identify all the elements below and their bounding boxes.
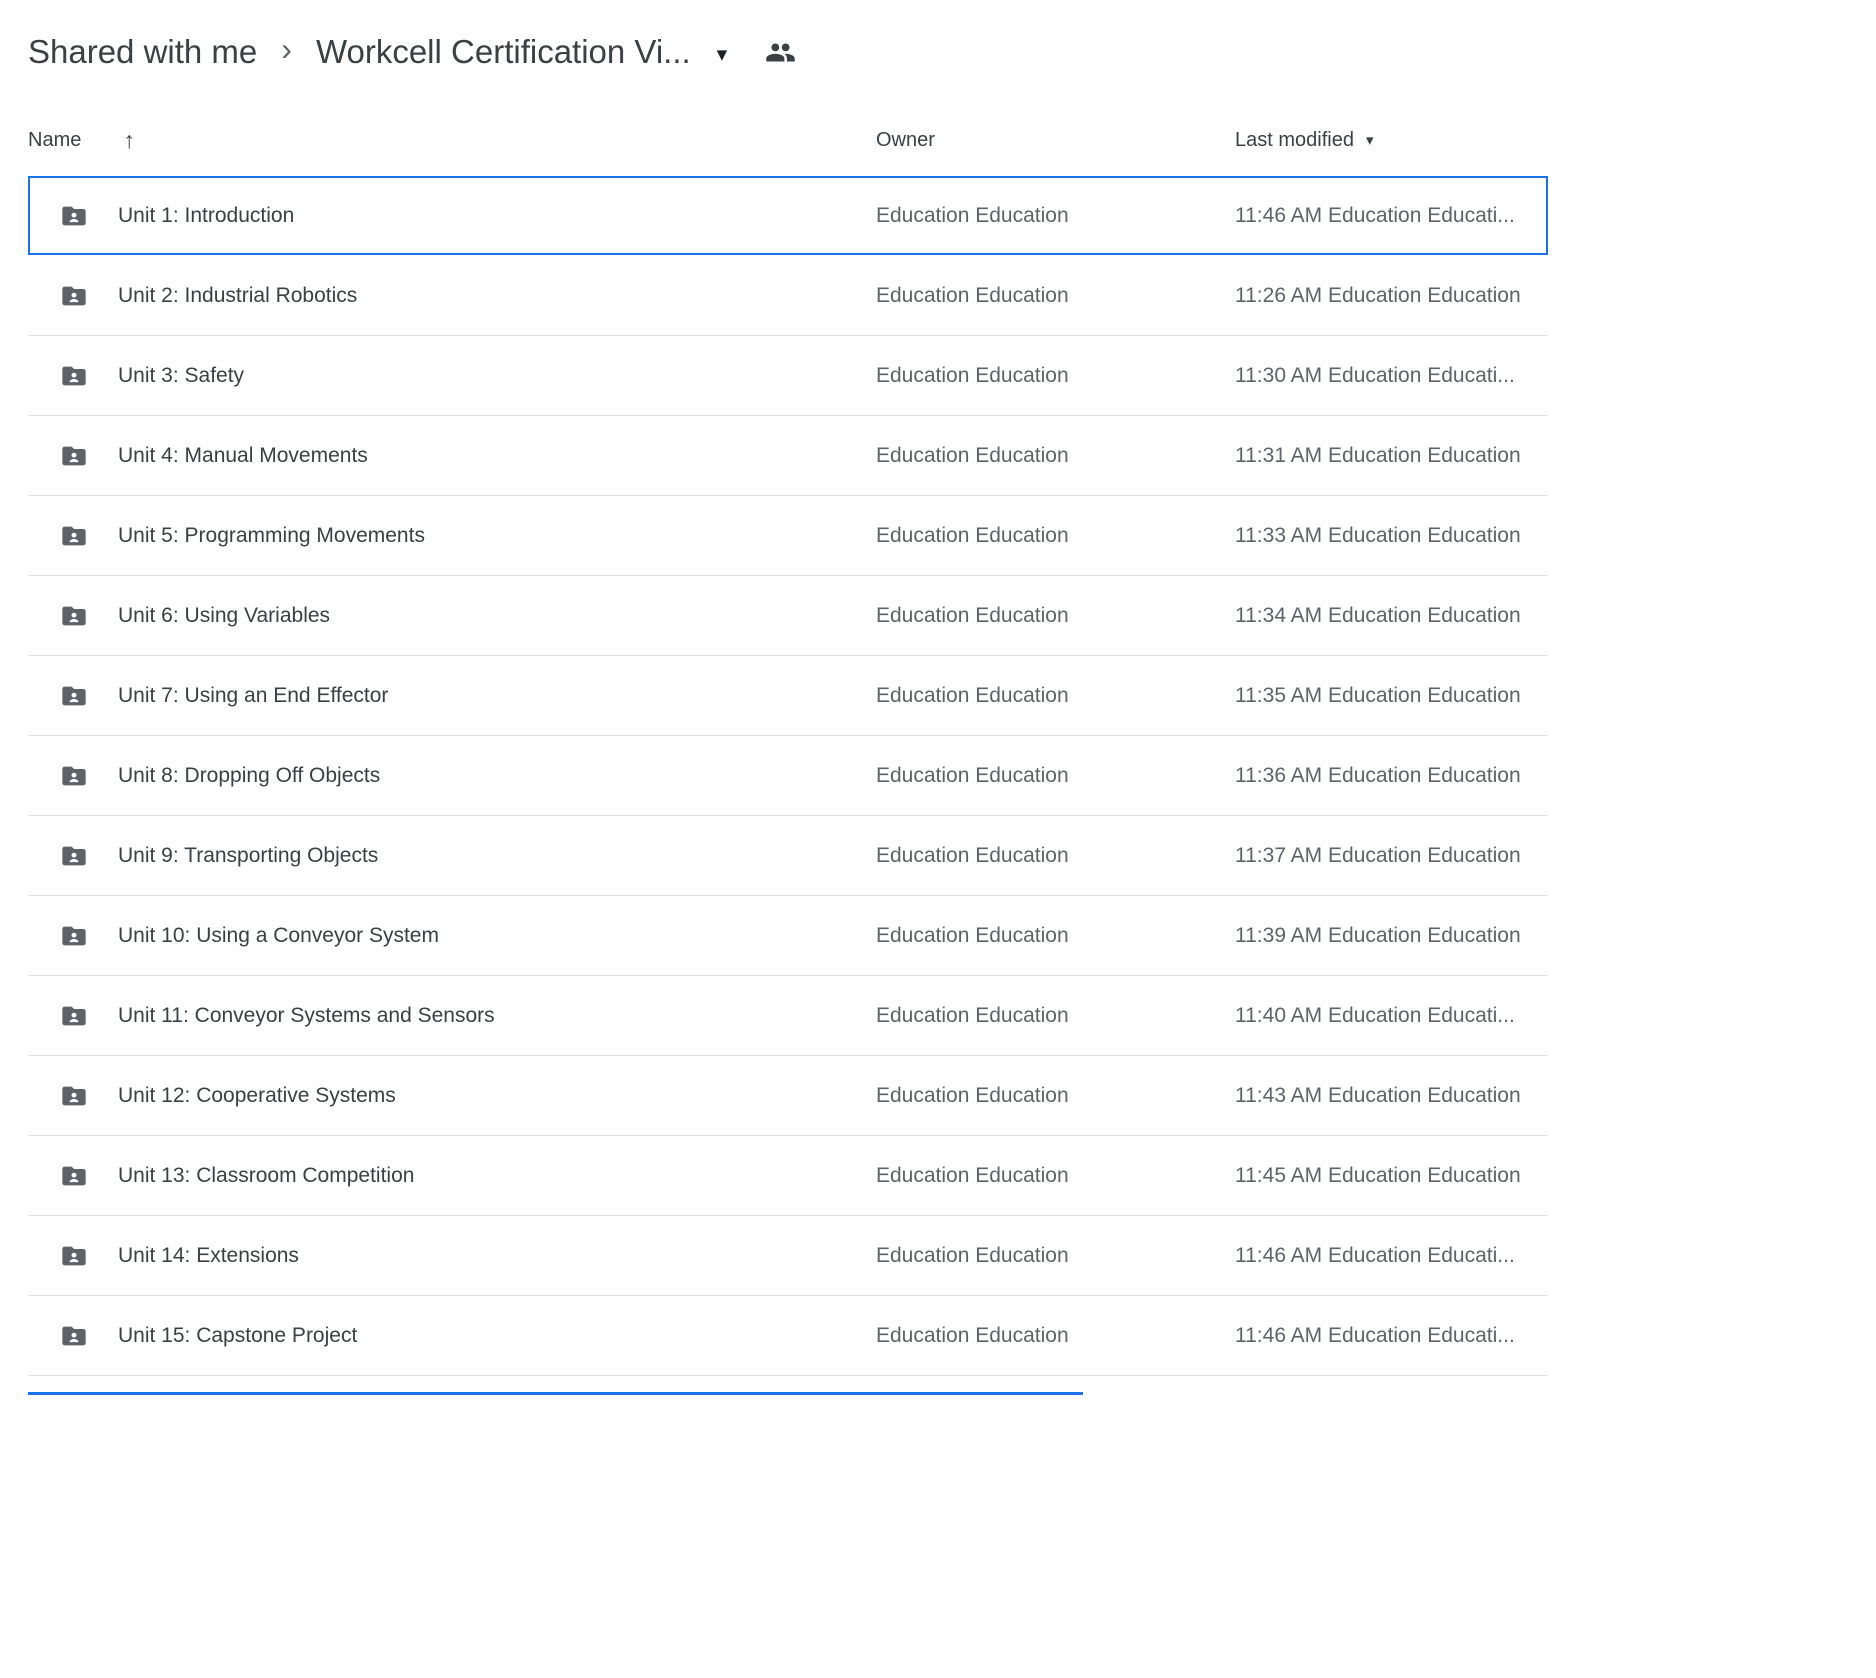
- shared-folder-icon: [60, 522, 88, 550]
- shared-folder-icon: [60, 762, 88, 790]
- file-modified: 11:40 AM Education Educati...: [1235, 1004, 1548, 1028]
- file-modified: 11:37 AM Education Education: [1235, 844, 1548, 868]
- file-row[interactable]: Unit 4: Manual Movements Education Educa…: [28, 416, 1548, 496]
- sort-ascending-icon[interactable]: ↑: [123, 127, 135, 154]
- file-name: Unit 8: Dropping Off Objects: [118, 764, 380, 788]
- file-row[interactable]: Unit 5: Programming Movements Education …: [28, 496, 1548, 576]
- file-owner: Education Education: [876, 284, 1235, 308]
- file-owner: Education Education: [876, 444, 1235, 468]
- list-bottom-focus-line: [28, 1392, 1083, 1395]
- column-headers: Name ↑ Owner Last modified ▾: [28, 104, 1548, 176]
- breadcrumb-separator-icon: ›: [281, 31, 292, 68]
- shared-folder-icon: [60, 922, 88, 950]
- drive-file-browser: Shared with me › Workcell Certification …: [0, 0, 1876, 1395]
- file-modified: 11:26 AM Education Education: [1235, 284, 1548, 308]
- shared-folder-icon: [60, 602, 88, 630]
- shared-folder-icon: [60, 682, 88, 710]
- file-name: Unit 12: Cooperative Systems: [118, 1084, 396, 1108]
- file-owner: Education Education: [876, 1244, 1235, 1268]
- shared-folder-icon: [60, 1242, 88, 1270]
- file-row[interactable]: Unit 15: Capstone Project Education Educ…: [28, 1296, 1548, 1376]
- file-owner: Education Education: [876, 684, 1235, 708]
- file-owner: Education Education: [876, 844, 1235, 868]
- file-name: Unit 1: Introduction: [118, 204, 294, 228]
- file-name: Unit 4: Manual Movements: [118, 444, 368, 468]
- column-header-name-label: Name: [28, 129, 81, 152]
- file-owner: Education Education: [876, 604, 1235, 628]
- file-name: Unit 2: Industrial Robotics: [118, 284, 357, 308]
- column-header-modified-label: Last modified: [1235, 129, 1354, 152]
- shared-folder-icon: [60, 202, 88, 230]
- file-modified: 11:31 AM Education Education: [1235, 444, 1548, 468]
- file-owner: Education Education: [876, 1004, 1235, 1028]
- file-row[interactable]: Unit 3: Safety Education Education 11:30…: [28, 336, 1548, 416]
- file-row[interactable]: Unit 11: Conveyor Systems and Sensors Ed…: [28, 976, 1548, 1056]
- column-header-owner-label: Owner: [876, 129, 935, 152]
- column-header-modified[interactable]: Last modified ▾: [1235, 129, 1548, 152]
- shared-folder-icon: [60, 842, 88, 870]
- file-owner: Education Education: [876, 524, 1235, 548]
- file-name: Unit 15: Capstone Project: [118, 1324, 357, 1348]
- file-owner: Education Education: [876, 1084, 1235, 1108]
- file-modified: 11:46 AM Education Educati...: [1235, 204, 1548, 228]
- shared-folder-icon: [60, 362, 88, 390]
- file-name: Unit 11: Conveyor Systems and Sensors: [118, 1004, 495, 1028]
- file-list: Unit 1: Introduction Education Education…: [28, 176, 1876, 1376]
- file-modified: 11:36 AM Education Education: [1235, 764, 1548, 788]
- file-modified: 11:43 AM Education Education: [1235, 1084, 1548, 1108]
- file-owner: Education Education: [876, 204, 1235, 228]
- file-row[interactable]: Unit 6: Using Variables Education Educat…: [28, 576, 1548, 656]
- file-row[interactable]: Unit 12: Cooperative Systems Education E…: [28, 1056, 1548, 1136]
- file-modified: 11:34 AM Education Education: [1235, 604, 1548, 628]
- file-name: Unit 5: Programming Movements: [118, 524, 425, 548]
- shared-folder-icon: [60, 1002, 88, 1030]
- shared-people-icon: [765, 37, 796, 68]
- file-owner: Education Education: [876, 1164, 1235, 1188]
- shared-folder-icon: [60, 1082, 88, 1110]
- file-row[interactable]: Unit 13: Classroom Competition Education…: [28, 1136, 1548, 1216]
- file-row[interactable]: Unit 9: Transporting Objects Education E…: [28, 816, 1548, 896]
- file-name: Unit 10: Using a Conveyor System: [118, 924, 439, 948]
- file-row[interactable]: Unit 1: Introduction Education Education…: [28, 176, 1548, 256]
- file-name: Unit 13: Classroom Competition: [118, 1164, 414, 1188]
- file-row[interactable]: Unit 10: Using a Conveyor System Educati…: [28, 896, 1548, 976]
- file-modified: 11:35 AM Education Education: [1235, 684, 1548, 708]
- file-modified: 11:45 AM Education Education: [1235, 1164, 1548, 1188]
- file-modified: 11:46 AM Education Educati...: [1235, 1324, 1548, 1348]
- file-owner: Education Education: [876, 1324, 1235, 1348]
- sort-caret-down-icon[interactable]: ▾: [1366, 131, 1374, 149]
- file-name: Unit 3: Safety: [118, 364, 244, 388]
- shared-folder-icon: [60, 442, 88, 470]
- file-modified: 11:39 AM Education Education: [1235, 924, 1548, 948]
- file-modified: 11:46 AM Education Educati...: [1235, 1244, 1548, 1268]
- breadcrumb: Shared with me › Workcell Certification …: [28, 0, 1876, 104]
- file-owner: Education Education: [876, 924, 1235, 948]
- file-modified: 11:33 AM Education Education: [1235, 524, 1548, 548]
- breadcrumb-shared-with-me[interactable]: Shared with me: [28, 33, 257, 71]
- file-name: Unit 9: Transporting Objects: [118, 844, 378, 868]
- file-row[interactable]: Unit 8: Dropping Off Objects Education E…: [28, 736, 1548, 816]
- shared-folder-icon: [60, 1162, 88, 1190]
- file-modified: 11:30 AM Education Educati...: [1235, 364, 1548, 388]
- file-row[interactable]: Unit 2: Industrial Robotics Education Ed…: [28, 256, 1548, 336]
- file-owner: Education Education: [876, 764, 1235, 788]
- file-name: Unit 14: Extensions: [118, 1244, 299, 1268]
- file-name: Unit 7: Using an End Effector: [118, 684, 388, 708]
- file-owner: Education Education: [876, 364, 1235, 388]
- folder-menu-caret-icon[interactable]: ▾: [717, 42, 728, 67]
- breadcrumb-current-folder[interactable]: Workcell Certification Vi...: [316, 33, 691, 71]
- file-row[interactable]: Unit 7: Using an End Effector Education …: [28, 656, 1548, 736]
- column-header-name[interactable]: Name ↑: [28, 127, 876, 154]
- file-row[interactable]: Unit 14: Extensions Education Education …: [28, 1216, 1548, 1296]
- shared-folder-icon: [60, 282, 88, 310]
- shared-folder-icon: [60, 1322, 88, 1350]
- file-name: Unit 6: Using Variables: [118, 604, 330, 628]
- column-header-owner[interactable]: Owner: [876, 129, 1235, 152]
